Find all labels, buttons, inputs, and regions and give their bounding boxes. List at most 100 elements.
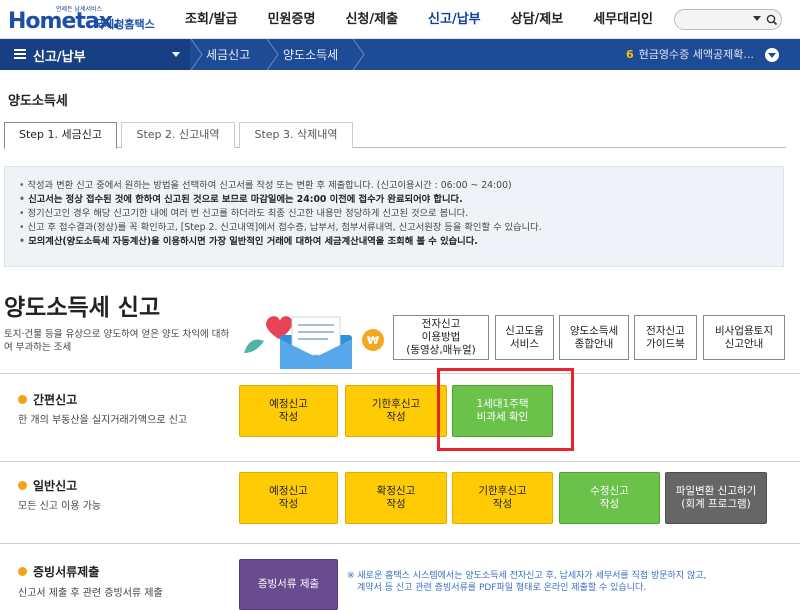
tab-step1-report[interactable]: Step 1. 세금신고	[4, 122, 117, 149]
section-description: 토지·건물 등을 유상으로 양도하여 얻은 양도 차익에 대하여 부과하는 조세	[4, 329, 230, 353]
general-report-desc: 모든 신고 이용 가능	[18, 501, 102, 512]
button-label: 작성	[492, 498, 513, 510]
group-title-text: 증빙서류제출	[33, 565, 100, 579]
category-label: 신고/납부	[33, 50, 86, 65]
proof-submission-title: 증빙서류제출	[18, 563, 99, 580]
breadcrumb-separator-icon	[190, 39, 203, 70]
button-label: (회계 프로그램)	[681, 498, 751, 510]
divider	[0, 373, 800, 374]
help-label: 양도소득세	[569, 324, 619, 337]
tab-step3-deleted[interactable]: Step 3. 삭제내역	[239, 122, 353, 148]
notice-box: 작성과 변환 신고 중에서 원하는 방법을 선택하여 신고서를 작성 또는 변환…	[4, 166, 784, 267]
breadcrumb-separator-icon	[352, 39, 365, 70]
help-label: 종합안내	[574, 337, 614, 350]
simple-late-report-button[interactable]: 기한후신고 작성	[345, 385, 447, 437]
filing-help-service-button[interactable]: 신고도움 서비스	[495, 315, 554, 360]
menu-certificates[interactable]: 민원증명	[253, 0, 331, 39]
button-label: 작성	[599, 498, 620, 510]
help-label: 비사업용토지	[715, 324, 773, 337]
proof-submission-note: ※ 새로운 홈택스 시스템에서는 양도소득세 전자신고 후, 납세자가 세무서를…	[347, 570, 706, 594]
notice-item: 모의계산(양도소득세 자동계산)을 이용하시면 가장 일반적인 거래에 대하여 …	[19, 235, 783, 249]
button-label: 작성	[386, 498, 406, 510]
notice-item: 작성과 변환 신고 중에서 원하는 방법을 선택하여 신고서를 작성 또는 변환…	[19, 179, 783, 193]
page-title: 양도소득세	[8, 94, 68, 109]
button-label: 작성	[278, 411, 299, 423]
help-label: 신고안내	[724, 337, 764, 350]
breadcrumb-separator-icon	[266, 39, 279, 70]
ticker-number: 6	[626, 48, 634, 61]
main-menu: 조회/발급 민원증명 신청/제출 신고/납부 상담/제보 세무대리인	[170, 0, 668, 39]
help-label: 전자신고	[646, 324, 685, 337]
help-label: 가이드북	[646, 337, 685, 350]
button-label: 기한후신고	[371, 398, 421, 410]
button-label: 증빙서류 제출	[257, 578, 320, 590]
chevron-down-icon	[172, 52, 180, 57]
search-icon[interactable]	[765, 13, 779, 27]
ticker-text: 현금영수증 세액공제확...	[638, 48, 754, 61]
e-filing-guidebook-button[interactable]: 전자신고 가이드북	[634, 315, 697, 360]
note-line: ※ 새로운 홈택스 시스템에서는 양도소득세 전자신고 후, 납세자가 세무서를…	[347, 571, 707, 581]
divider	[0, 543, 800, 544]
breadcrumb-item-tax-report[interactable]: 세금신고	[206, 46, 250, 63]
help-label: 신고도움	[505, 324, 544, 337]
breadcrumb-item-capital-gains[interactable]: 양도소득세	[283, 46, 338, 63]
breadcrumb-bar: 신고/납부 세금신고 양도소득세 6 현금영수증 세액공제확...	[0, 39, 800, 70]
notice-item: 신고 후 접수결과(정상)를 꼭 확인하고, [Step 2. 신고내역]에서 …	[19, 221, 783, 235]
proof-submission-desc: 신고서 제출 후 관련 증빙서류 제출	[18, 588, 163, 599]
group-title-text: 일반신고	[33, 479, 78, 493]
svg-text:₩: ₩	[367, 334, 379, 347]
general-preliminary-report-button[interactable]: 예정신고 작성	[239, 472, 338, 524]
simple-report-desc: 한 개의 부동산을 실지거래가액으로 신고	[18, 415, 188, 426]
highlight-box	[437, 368, 574, 451]
top-header: 언제든 납세서비스 Hometax. 국세청홈택스 조회/발급 민원증명 신청/…	[0, 0, 800, 39]
hometax-logo[interactable]: 언제든 납세서비스 Hometax. 국세청홈택스	[8, 4, 168, 36]
simple-report-title: 간편신고	[18, 391, 77, 408]
general-late-report-button[interactable]: 기한후신고 작성	[452, 472, 553, 524]
e-filing-guide-button[interactable]: 전자신고 이용방법 (동영상,매뉴얼)	[393, 315, 489, 360]
ticker-expand-button[interactable]	[765, 48, 779, 62]
hamburger-icon	[14, 49, 26, 61]
button-label: 기한후신고	[478, 485, 527, 497]
help-label: 이용방법	[421, 331, 461, 343]
chevron-down-icon[interactable]	[753, 16, 761, 21]
button-label: 확정신고	[376, 485, 416, 497]
menu-apply[interactable]: 신청/제출	[330, 0, 413, 39]
help-label: (동영상,매뉴얼)	[406, 344, 476, 356]
envelope-illustration-icon: ₩	[244, 316, 384, 369]
button-label: 예정신고	[269, 398, 308, 410]
tab-step2-history[interactable]: Step 2. 신고내역	[121, 122, 235, 148]
logo-korean: 국세청홈택스	[94, 18, 155, 31]
button-label: 파일변환 신고하기	[675, 485, 757, 497]
menu-consult[interactable]: 상담/제보	[496, 0, 579, 39]
general-final-report-button[interactable]: 확정신고 작성	[345, 472, 447, 524]
file-conversion-report-button[interactable]: 파일변환 신고하기 (회계 프로그램)	[665, 472, 767, 524]
button-label: 수정신고	[590, 485, 629, 497]
menu-tax-agent[interactable]: 세무대리인	[578, 0, 668, 39]
category-dropdown[interactable]: 신고/납부	[0, 39, 190, 70]
button-label: 작성	[278, 498, 299, 510]
divider	[0, 461, 800, 462]
general-amended-report-button[interactable]: 수정신고 작성	[559, 472, 660, 524]
bullet-icon	[18, 481, 27, 490]
menu-inquiry[interactable]: 조회/발급	[170, 0, 253, 39]
note-line: 계약서 등 신고 관련 증빙서류를 PDF파일 형태로 온라인 제출할 수 있습…	[357, 583, 647, 593]
simple-preliminary-report-button[interactable]: 예정신고 작성	[239, 385, 338, 437]
notice-ticker[interactable]: 6 현금영수증 세액공제확...	[626, 46, 754, 62]
section-title: 양도소득세 신고	[4, 295, 161, 321]
search-input[interactable]	[674, 9, 782, 30]
step-tabs: Step 1. 세금신고 Step 2. 신고내역 Step 3. 삭제내역	[4, 122, 786, 149]
button-label: 예정신고	[269, 485, 308, 497]
bullet-icon	[18, 567, 27, 576]
general-report-title: 일반신고	[18, 477, 77, 494]
help-label: 전자신고	[421, 318, 461, 330]
bullet-icon	[18, 395, 27, 404]
notice-item: 정기신고인 경우 해당 신고기한 내에 여러 번 신고를 하더라도 최종 신고한…	[19, 207, 783, 221]
button-label: 작성	[386, 411, 406, 423]
menu-report-pay[interactable]: 신고/납부	[413, 0, 496, 39]
group-title-text: 간편신고	[33, 393, 78, 407]
capital-gains-guide-button[interactable]: 양도소득세 종합안내	[559, 315, 629, 360]
notice-item: 신고서는 정상 접수된 것에 한하여 신고된 것으로 보므로 마감일에는 24:…	[19, 193, 783, 207]
non-business-land-guide-button[interactable]: 비사업용토지 신고안내	[703, 315, 785, 360]
help-label: 서비스	[510, 337, 539, 350]
proof-document-submit-button[interactable]: 증빙서류 제출	[239, 559, 338, 610]
